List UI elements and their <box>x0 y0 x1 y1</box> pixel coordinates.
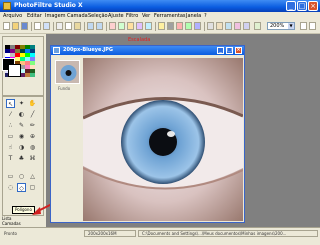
eraser-icon[interactable]: ▭ <box>6 132 15 141</box>
blur-icon[interactable] <box>225 22 232 30</box>
zoom-icon[interactable] <box>254 22 261 30</box>
toolbar-separator <box>84 22 85 31</box>
magic-wand-icon[interactable]: ✦ <box>17 99 26 108</box>
cut-icon[interactable] <box>56 22 63 30</box>
doc-maximize-button[interactable]: □ <box>226 47 233 54</box>
canvas-size-icon[interactable] <box>118 22 125 30</box>
polygon-icon[interactable]: ◇ <box>17 183 26 192</box>
menu-janela[interactable]: Janela <box>186 13 201 19</box>
status-text: Pronto <box>4 231 17 236</box>
menu-ferramentas[interactable]: Ferramentas <box>154 13 186 19</box>
background-color[interactable] <box>8 64 21 77</box>
sepia-icon[interactable] <box>216 22 223 30</box>
right-workspace <box>300 44 320 227</box>
chevron-down-icon[interactable]: ▼ <box>288 23 294 29</box>
pencil-icon[interactable]: ✏ <box>28 121 37 130</box>
app-icon <box>3 2 11 10</box>
menu-ver[interactable]: Ver <box>142 13 150 19</box>
doc-close-button[interactable]: × <box>235 47 242 54</box>
minimize-button[interactable]: _ <box>286 1 296 11</box>
flip-icon[interactable] <box>145 22 152 30</box>
effects-icon[interactable] <box>243 22 250 30</box>
dodge-icon[interactable]: ◑ <box>17 143 26 152</box>
brightness-icon[interactable] <box>158 22 165 30</box>
menu-arquivo[interactable]: Arquivo <box>3 13 22 19</box>
smudge-icon[interactable]: ☝ <box>6 143 15 152</box>
image-canvas[interactable] <box>83 58 243 221</box>
overlay-red-label: Escalada <box>128 37 151 43</box>
toolbar-separator <box>204 22 205 31</box>
image-size-icon[interactable] <box>109 22 116 30</box>
menu-ajuste[interactable]: Ajuste <box>108 13 124 19</box>
copy-icon[interactable] <box>65 22 72 30</box>
menu-imagem[interactable]: Imagem <box>45 13 66 19</box>
deform-icon[interactable]: ⌘ <box>28 154 37 163</box>
menu-filtro[interactable]: Filtro <box>126 13 138 19</box>
toolbar-separator <box>53 22 54 31</box>
undo-icon[interactable] <box>87 22 94 30</box>
menu-help[interactable]: ? <box>204 13 207 19</box>
ellipse-icon[interactable]: ○ <box>17 172 26 181</box>
sharpen-icon[interactable] <box>234 22 241 30</box>
redo-icon[interactable] <box>96 22 103 30</box>
rotate-icon[interactable] <box>136 22 143 30</box>
toolbar-separator <box>106 22 107 31</box>
color-swatch[interactable] <box>30 73 35 77</box>
document-window: 200px-Blueye.JPG _ □ × Fundo <box>50 45 245 223</box>
zoom-select[interactable]: 200% ▼ <box>267 22 295 30</box>
menu-editar[interactable]: Editar <box>27 13 42 19</box>
saturation-icon[interactable] <box>176 22 183 30</box>
document-title-bar: 200px-Blueye.JPG _ □ × <box>51 46 244 55</box>
fit-window-icon[interactable] <box>300 22 307 30</box>
paste-icon[interactable] <box>74 22 81 30</box>
blur-brush-icon[interactable]: ◉ <box>17 132 26 141</box>
document-title: 200px-Blueye.JPG <box>63 47 113 53</box>
status-bar: Pronto 200x200x16M C:\Documents and Sett… <box>0 227 320 245</box>
lasso-icon[interactable]: ◌ <box>6 183 15 192</box>
gamma-icon[interactable] <box>185 22 192 30</box>
print-icon[interactable] <box>34 22 41 30</box>
menu-bar: Arquivo Editar Imagem Camada Seleção Aju… <box>0 12 320 20</box>
select-tool-icon[interactable]: ↖ <box>6 99 15 108</box>
rounded-rect-icon[interactable]: ▢ <box>28 183 37 192</box>
text-icon[interactable]: T <box>6 154 15 163</box>
layer-strip: Fundo <box>53 56 83 222</box>
rectangle-icon[interactable]: ▭ <box>6 172 15 181</box>
triangle-icon[interactable]: △ <box>28 172 37 181</box>
maximize-button[interactable]: □ <box>297 1 307 11</box>
sponge-icon[interactable]: ◍ <box>28 143 37 152</box>
spray-icon[interactable]: ∴ <box>6 121 15 130</box>
scan-icon[interactable] <box>43 22 50 30</box>
pipette-icon[interactable]: ⁄ <box>6 110 15 119</box>
close-button[interactable]: × <box>308 1 318 11</box>
grayscale-icon[interactable] <box>207 22 214 30</box>
title-bar: PhotoFiltre Studio X _ □ × <box>0 0 320 12</box>
toolbar-separator <box>31 22 32 31</box>
document-icon <box>53 47 60 54</box>
window-title: PhotoFiltre Studio X <box>14 2 83 9</box>
status-file-path: C:\Documents and Settings\...\Meus docum… <box>142 231 287 236</box>
bucket-icon[interactable]: ◐ <box>17 110 26 119</box>
brush-icon[interactable]: ✎ <box>17 121 26 130</box>
new-icon[interactable] <box>3 22 10 30</box>
save-icon[interactable] <box>21 22 28 30</box>
layer-thumbnail[interactable] <box>55 60 80 84</box>
toolbar-separator <box>155 22 156 31</box>
menu-selecao[interactable]: Seleção <box>88 13 108 19</box>
menu-camada[interactable]: Camada <box>67 13 88 19</box>
crop-icon[interactable] <box>127 22 134 30</box>
zoom-value: 200% <box>270 23 285 29</box>
contrast-icon[interactable] <box>167 22 174 30</box>
clone-icon[interactable]: ⊕ <box>28 132 37 141</box>
levels-icon[interactable] <box>194 22 201 30</box>
open-icon[interactable] <box>12 22 19 30</box>
layers-panel-item[interactable]: Camadas <box>2 221 44 226</box>
layer-label: Fundo <box>58 86 71 91</box>
status-image-size: 200x200x16M <box>88 231 117 236</box>
stamp-icon[interactable]: ♣ <box>17 154 26 163</box>
hand-icon[interactable]: ✋ <box>28 99 37 108</box>
actual-size-icon[interactable] <box>309 22 316 30</box>
line-icon[interactable]: ╱ <box>28 110 37 119</box>
doc-minimize-button[interactable]: _ <box>217 47 224 54</box>
